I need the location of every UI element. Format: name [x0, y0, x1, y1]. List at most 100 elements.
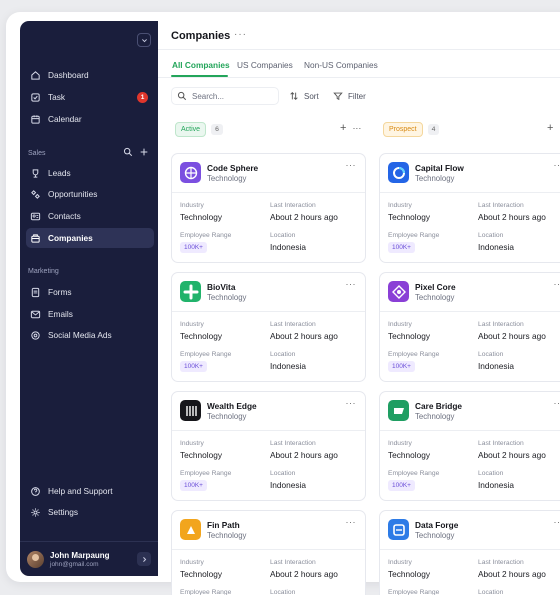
calendar-icon	[31, 114, 40, 124]
industry-label: Industry	[180, 202, 204, 209]
sales-actions	[123, 147, 149, 157]
sidebar-item-social-media-ads[interactable]: Social Media Ads	[26, 325, 154, 345]
location-value: Indonesia	[478, 480, 514, 490]
more-options-icon[interactable]: ···	[554, 398, 560, 408]
company-card[interactable]: Care Bridge Technology ··· Industry Tech…	[379, 391, 560, 501]
user-menu-button[interactable]	[137, 552, 151, 566]
sidebar-item-help-and-support[interactable]: Help and Support	[26, 481, 154, 501]
sidebar-item-calendar[interactable]: Calendar	[26, 109, 154, 129]
sidebar-item-label: Dashboard	[48, 70, 89, 80]
sidebar-item-dashboard[interactable]: Dashboard	[26, 65, 154, 85]
more-options-icon[interactable]: ···	[346, 279, 357, 289]
tab-non-us-companies[interactable]: Non-US Companies	[304, 60, 378, 70]
more-options-icon[interactable]: ···	[346, 517, 357, 527]
location-label: Location	[270, 351, 296, 358]
industry-value: Technology	[388, 569, 430, 579]
sidebar-item-leads[interactable]: Leads	[26, 163, 154, 183]
search-input[interactable]: Search...	[171, 87, 279, 105]
chevron-down-icon	[141, 38, 147, 42]
employee-range-chip: 100K+	[388, 480, 415, 491]
company-category: Technology	[207, 174, 247, 183]
industry-value: Technology	[180, 569, 222, 579]
column-count: 6	[211, 123, 223, 135]
company-card[interactable]: Fin Path Technology ··· Industry Technol…	[171, 510, 366, 595]
tab-us-companies[interactable]: US Companies	[237, 60, 293, 70]
last-interaction-value: About 2 hours ago	[270, 212, 338, 222]
company-card[interactable]: BioVita Technology ··· Industry Technolo…	[171, 272, 366, 382]
avatar	[27, 550, 44, 568]
industry-label: Industry	[388, 440, 412, 447]
industry-value: Technology	[388, 212, 430, 222]
add-icon[interactable]	[139, 147, 149, 157]
sidebar-item-task[interactable]: Task 1	[26, 87, 154, 107]
company-name: Wealth Edge	[207, 401, 257, 411]
more-options-icon[interactable]: ···	[352, 123, 361, 133]
industry-label: Industry	[388, 321, 412, 328]
company-category: Technology	[415, 531, 455, 540]
company-name: Fin Path	[207, 520, 240, 530]
industry-value: Technology	[180, 450, 222, 460]
location-value: Indonesia	[478, 242, 514, 252]
task-icon	[31, 92, 40, 102]
help-icon	[31, 486, 40, 496]
more-options-icon[interactable]: ···	[234, 29, 247, 40]
employee-range-chip: 100K+	[180, 242, 207, 253]
sidebar-item-emails[interactable]: Emails	[26, 304, 154, 324]
divider	[172, 192, 365, 193]
contacts-icon	[30, 212, 41, 220]
more-options-icon[interactable]: ···	[346, 398, 357, 408]
user-profile[interactable]: John Marpaung john@gmail.com	[20, 541, 158, 576]
company-card[interactable]: Data Forge Technology ··· Industry Techn…	[379, 510, 560, 595]
sidebar-item-forms[interactable]: Forms	[26, 282, 154, 302]
sidebar-item-label: Social Media Ads	[48, 330, 112, 340]
employee-range-chip: 100K+	[180, 480, 207, 491]
more-options-icon[interactable]: ···	[554, 517, 560, 527]
company-card[interactable]: Wealth Edge Technology ··· Industry Tech…	[171, 391, 366, 501]
add-card-icon[interactable]: +	[547, 122, 553, 134]
last-interaction-label: Last Interaction	[270, 202, 316, 209]
email-icon	[30, 310, 41, 318]
industry-label: Industry	[180, 559, 204, 566]
add-card-icon[interactable]: +	[340, 122, 346, 134]
sidebar-item-label: Calendar	[48, 114, 82, 124]
sidebar-item-contacts[interactable]: Contacts	[26, 206, 154, 226]
social-ads-icon	[31, 330, 40, 340]
last-interaction-value: About 2 hours ago	[270, 569, 338, 579]
sidebar-item-settings[interactable]: Settings	[26, 502, 154, 522]
filter-icon	[333, 92, 343, 101]
sidebar-item-companies[interactable]: Companies	[26, 228, 154, 248]
companies-icon	[31, 233, 40, 243]
filter-button[interactable]: Filter	[333, 87, 366, 105]
sidebar-item-label: Forms	[48, 287, 72, 297]
company-name: BioVita	[207, 282, 236, 292]
industry-value: Technology	[180, 331, 222, 341]
status-badge: Prospect	[383, 121, 423, 137]
last-interaction-value: About 2 hours ago	[270, 331, 338, 341]
column-header-active: Active 6	[175, 118, 223, 140]
company-category: Technology	[207, 412, 247, 421]
location-label: Location	[270, 589, 296, 595]
company-card[interactable]: Capital Flow Technology ··· Industry Tec…	[379, 153, 560, 263]
location-value: Indonesia	[270, 480, 306, 490]
more-options-icon[interactable]: ···	[346, 160, 357, 170]
search-icon[interactable]	[123, 147, 133, 157]
last-interaction-value: About 2 hours ago	[478, 331, 546, 341]
sort-button[interactable]: Sort	[289, 87, 319, 105]
sidebar-collapse-button[interactable]	[137, 33, 151, 47]
industry-value: Technology	[180, 212, 222, 222]
more-options-icon[interactable]: ···	[554, 160, 560, 170]
more-options-icon[interactable]: ···	[554, 279, 560, 289]
company-card[interactable]: Code Sphere Technology ··· Industry Tech…	[171, 153, 366, 263]
industry-label: Industry	[180, 440, 204, 447]
company-category: Technology	[415, 412, 455, 421]
industry-value: Technology	[388, 331, 430, 341]
column-count: 4	[427, 123, 440, 135]
tab-all-companies[interactable]: All Companies	[172, 60, 230, 70]
settings-icon	[31, 507, 40, 517]
location-label: Location	[270, 232, 296, 239]
trophy-icon	[32, 168, 39, 178]
employee-range-label: Employee Range	[388, 232, 440, 239]
status-badge: Active	[175, 121, 207, 137]
company-card[interactable]: Pixel Core Technology ··· Industry Techn…	[379, 272, 560, 382]
sidebar-item-opportunities[interactable]: Opportunities	[26, 184, 154, 204]
